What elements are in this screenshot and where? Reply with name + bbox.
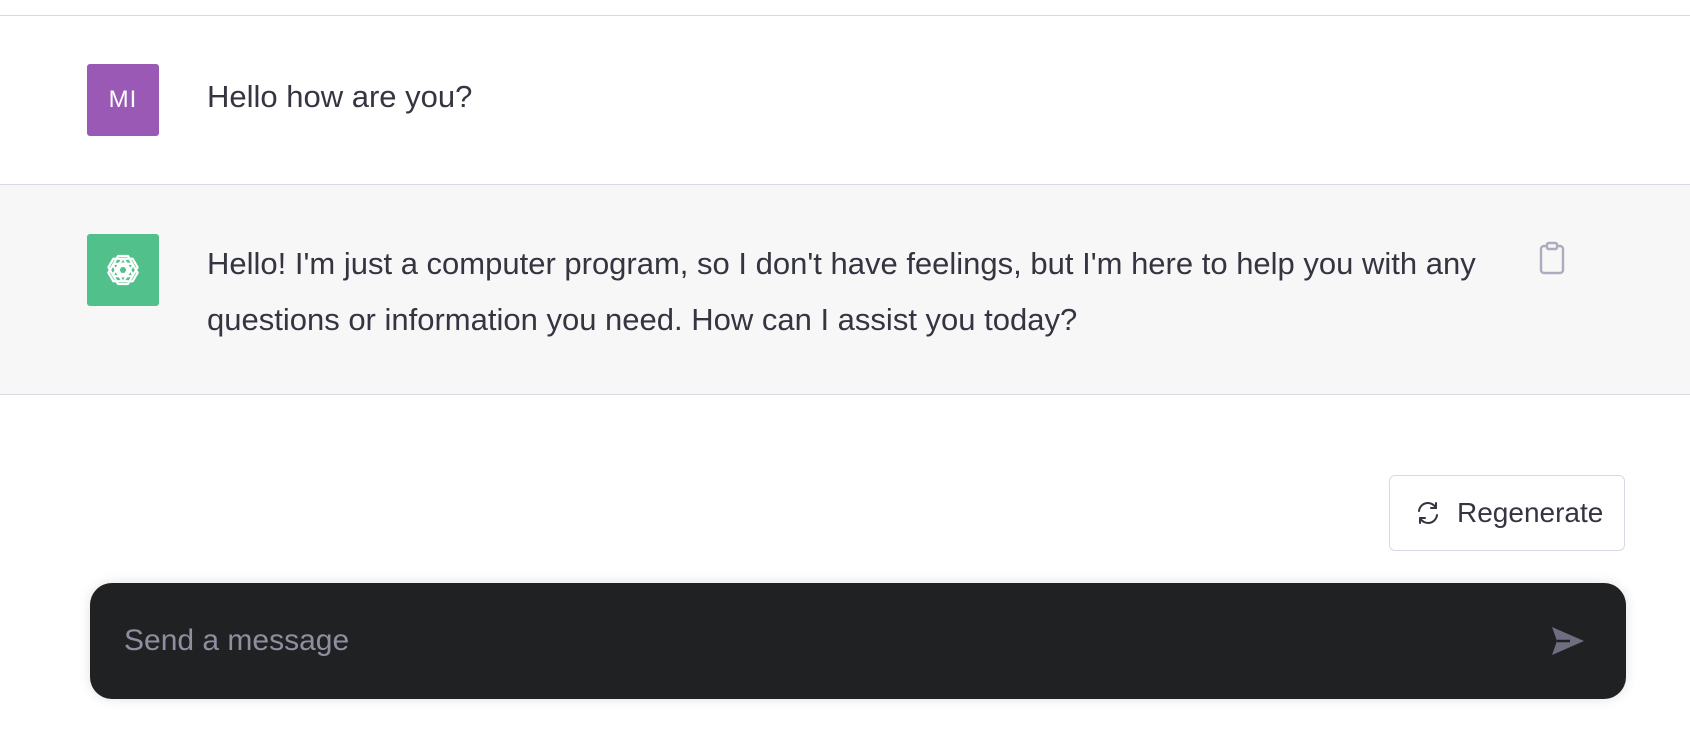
send-button[interactable]: [1548, 621, 1588, 661]
regenerate-button[interactable]: Regenerate: [1389, 475, 1625, 551]
regenerate-label: Regenerate: [1457, 497, 1604, 528]
user-message-row: MI Hello how are you?: [0, 16, 1690, 185]
user-message-text: Hello how are you?: [207, 79, 473, 114]
assistant-avatar: [87, 234, 159, 306]
assistant-message-text: Hello! I'm just a computer program, so I…: [207, 246, 1476, 337]
clipboard-icon: [1539, 241, 1565, 275]
paper-plane-icon: [1552, 627, 1584, 655]
openai-logo-icon: [107, 254, 139, 286]
refresh-icon: [1418, 502, 1438, 524]
user-avatar: MI: [87, 64, 159, 136]
message-input[interactable]: [124, 619, 1504, 663]
message-composer: [90, 583, 1626, 699]
copy-button[interactable]: [1537, 241, 1567, 275]
user-avatar-initials: MI: [108, 86, 138, 113]
assistant-message-row: Hello! I'm just a computer program, so I…: [0, 185, 1690, 395]
